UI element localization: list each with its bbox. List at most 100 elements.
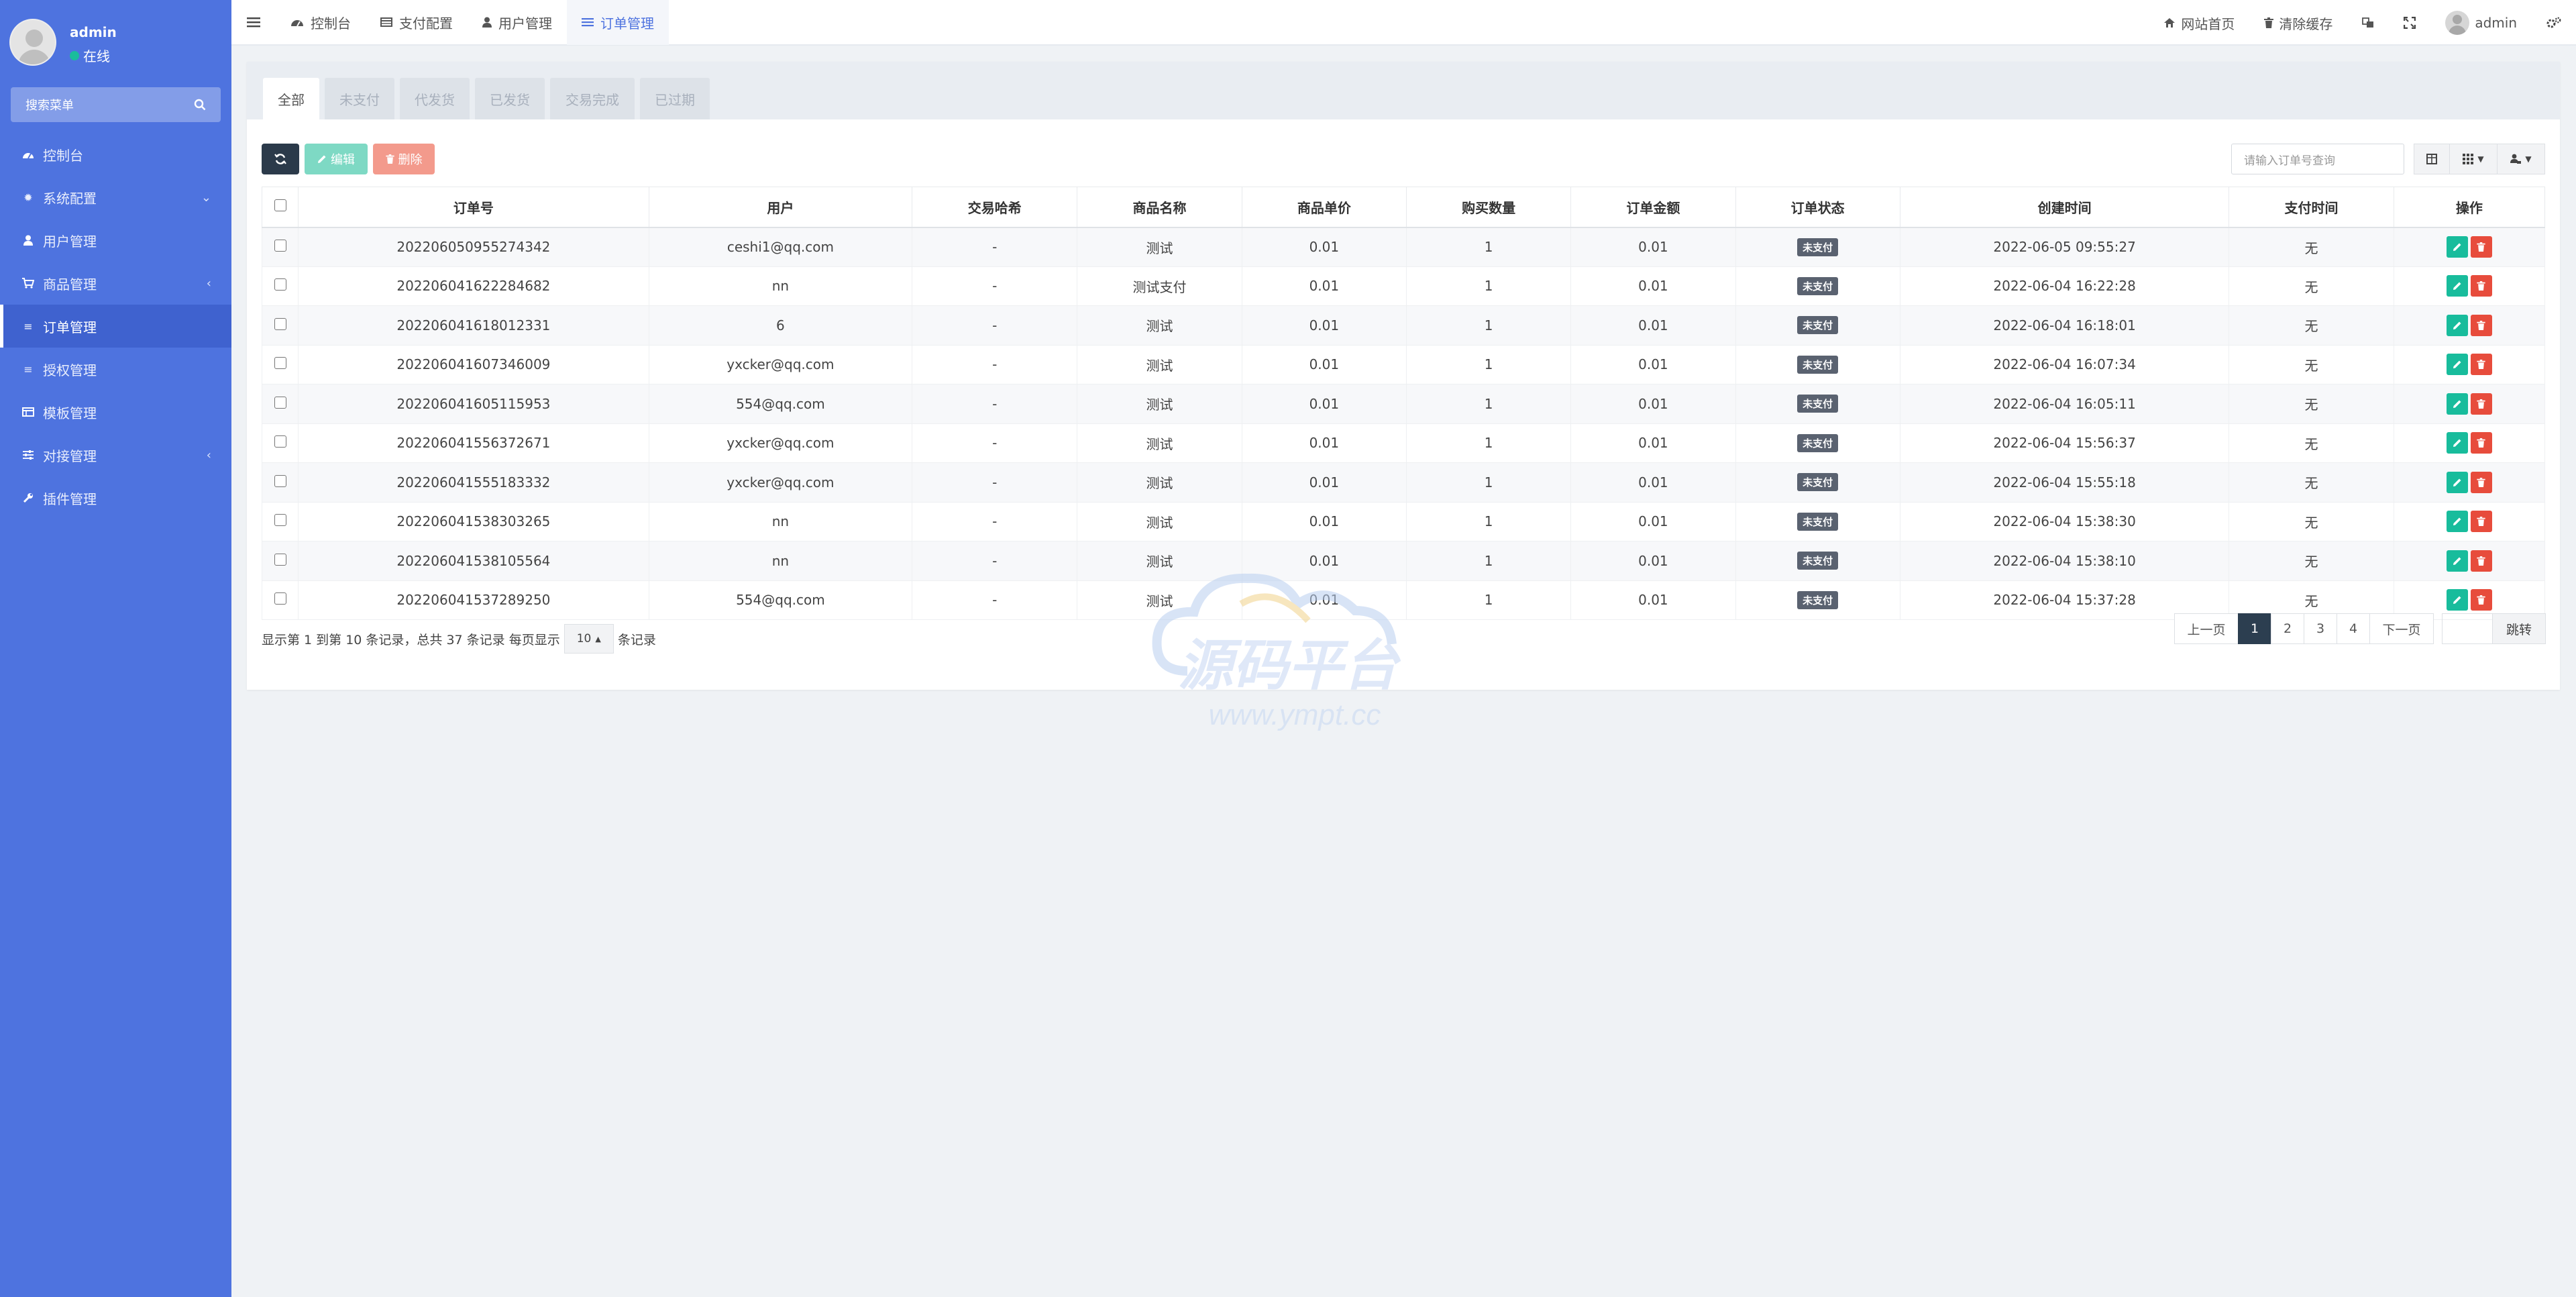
table-cell: 6 [648, 305, 913, 346]
row-edit-button[interactable] [2446, 471, 2468, 493]
row-checkbox[interactable] [274, 396, 286, 409]
row-edit-button[interactable] [2446, 589, 2468, 611]
export-dropdown-button[interactable]: ▼ [2497, 144, 2545, 174]
page-size-select[interactable]: 10 ▲ [564, 624, 614, 654]
row-checkbox[interactable] [274, 553, 286, 566]
column-header[interactable]: 订单金额 [1570, 187, 1736, 228]
row-edit-button[interactable] [2446, 511, 2468, 533]
table-cell: 554@qq.com [648, 580, 913, 620]
row-checkbox[interactable] [274, 317, 286, 330]
column-header[interactable]: 支付时间 [2229, 187, 2394, 228]
row-delete-button[interactable] [2470, 354, 2492, 376]
row-edit-button[interactable] [2446, 393, 2468, 415]
table-row[interactable]: 202206041605115953 554@qq.com - 测试 0.01 1 0.01… [261, 384, 2546, 424]
row-delete-button[interactable] [2470, 275, 2492, 297]
site-home-link[interactable]: 网站首页 [2149, 13, 2249, 33]
prev-page-button[interactable]: 上一页 [2174, 613, 2239, 644]
table-row[interactable]: 202206050955274342 ceshi1@qq.com - 测试 0.01 1 0… [261, 227, 2546, 267]
sidebar-item-templates[interactable]: 模板管理 [0, 391, 231, 433]
row-checkbox[interactable] [274, 435, 286, 448]
menu-search-input[interactable]: 搜索菜单 [11, 87, 221, 122]
tab-dashboard[interactable]: 控制台 [276, 0, 366, 45]
filter-tab-unpaid[interactable]: 未支付 [325, 78, 394, 119]
sidebar-item-authorization[interactable]: ≡ 授权管理 [0, 348, 231, 391]
page-button-1[interactable]: 1 [2238, 613, 2271, 644]
table-row[interactable]: 202206041538105564 nn - 测试 0.01 1 0.01 未支付 2022-… [261, 541, 2546, 581]
filter-tab-completed[interactable]: 交易完成 [550, 78, 635, 119]
pencil-icon [2453, 439, 2461, 448]
row-edit-button[interactable] [2446, 236, 2468, 258]
filter-tab-shipped[interactable]: 已发货 [475, 78, 545, 119]
tab-order-management[interactable]: 订单管理 [567, 0, 669, 45]
select-all-checkbox[interactable] [274, 199, 286, 212]
column-header[interactable]: 用户 [648, 187, 913, 228]
filter-tab-expired[interactable]: 已过期 [640, 78, 710, 119]
table-row[interactable]: 202206041555183332 yxcker@qq.com - 测试 0.01 1 0… [261, 462, 2546, 503]
sidebar-item-integration[interactable]: 对接管理 ‹ [0, 433, 231, 476]
sidebar-item-plugins[interactable]: 插件管理 [0, 476, 231, 519]
row-delete-button[interactable] [2470, 393, 2492, 415]
row-edit-button[interactable] [2446, 432, 2468, 454]
filter-tab-pending-shipment[interactable]: 代发货 [400, 78, 470, 119]
row-delete-button[interactable] [2470, 471, 2492, 493]
menu-toggle-icon[interactable] [231, 0, 276, 45]
columns-dropdown-button[interactable]: ▼ [2449, 144, 2498, 174]
tab-user-management[interactable]: 用户管理 [468, 0, 567, 45]
order-search-input[interactable]: 请输入订单号查询 [2231, 144, 2404, 174]
clear-cache-button[interactable]: 清除缓存 [2249, 13, 2347, 33]
row-checkbox[interactable] [274, 474, 286, 487]
column-header[interactable]: 订单状态 [1735, 187, 1900, 228]
row-delete-button[interactable] [2470, 589, 2492, 611]
row-checkbox[interactable] [274, 357, 286, 370]
refresh-button[interactable] [262, 144, 299, 174]
settings-button[interactable] [2532, 17, 2576, 29]
filter-tab-all[interactable]: 全部 [263, 78, 319, 119]
table-row[interactable]: 202206041556372671 yxcker@qq.com - 测试 0.01 1 0… [261, 423, 2546, 463]
row-delete-button[interactable] [2470, 314, 2492, 336]
sidebar-item-system-config[interactable]: ✹ 系统配置 ⌄ [0, 176, 231, 219]
fullscreen-button[interactable] [2389, 17, 2430, 29]
column-header[interactable]: 商品单价 [1241, 187, 1407, 228]
page-button-3[interactable]: 3 [2304, 613, 2337, 644]
row-checkbox[interactable] [274, 278, 286, 291]
sidebar-item-products[interactable]: 商品管理 ‹ [0, 262, 231, 305]
column-header[interactable]: 购买数量 [1405, 187, 1572, 228]
row-delete-button[interactable] [2470, 511, 2492, 533]
column-header[interactable]: 订单号 [298, 187, 649, 228]
sidebar-item-orders[interactable]: ≡ 订单管理 [0, 305, 231, 348]
tab-payment-config[interactable]: 支付配置 [366, 0, 468, 45]
actions-cell [2393, 266, 2546, 306]
row-delete-button[interactable] [2470, 236, 2492, 258]
caret-up-icon: ▲ [595, 634, 601, 643]
row-edit-button[interactable] [2446, 354, 2468, 376]
row-checkbox[interactable] [274, 514, 286, 527]
row-checkbox[interactable] [274, 592, 286, 605]
row-edit-button[interactable] [2446, 550, 2468, 572]
column-header[interactable]: 商品名称 [1077, 187, 1242, 228]
table-row[interactable]: 202206041618012331 6- 测试 0.01 1 0.01 未支付 2022-0… [261, 305, 2546, 346]
row-checkbox[interactable] [274, 240, 286, 252]
sidebar-item-users[interactable]: 用户管理 [0, 219, 231, 262]
table-row[interactable]: 202206041622284682 nn - 测试支付 0.01 1 0.01 未支付 202… [261, 266, 2546, 306]
jump-page-input[interactable] [2442, 613, 2493, 644]
page-button-2[interactable]: 2 [2271, 613, 2304, 644]
toggle-view-button[interactable] [2414, 144, 2450, 174]
row-edit-button[interactable] [2446, 314, 2468, 336]
edit-button[interactable]: 编辑 [305, 144, 368, 174]
table-row[interactable]: 202206041607346009 yxcker@qq.com - 测试 0.01 1 0… [261, 344, 2546, 384]
table-row[interactable]: 202206041538303265 nn - 测试 0.01 1 0.01 未支付 2022-… [261, 501, 2546, 541]
row-delete-button[interactable] [2470, 550, 2492, 572]
search-icon[interactable] [194, 99, 206, 111]
sidebar-item-dashboard[interactable]: 控制台 [0, 133, 231, 176]
table-cell: 2022-06-04 15:56:37 [1899, 423, 2230, 463]
column-header[interactable]: 创建时间 [1899, 187, 2230, 228]
user-menu[interactable]: admin [2430, 11, 2532, 35]
delete-button[interactable]: 删除 [373, 144, 435, 174]
next-page-button[interactable]: 下一页 [2369, 613, 2434, 644]
page-button-4[interactable]: 4 [2337, 613, 2370, 644]
row-delete-button[interactable] [2470, 432, 2492, 454]
language-button[interactable] [2347, 17, 2389, 28]
jump-button[interactable]: 跳转 [2492, 613, 2546, 644]
row-edit-button[interactable] [2446, 275, 2468, 297]
column-header[interactable]: 交易哈希 [912, 187, 1078, 228]
